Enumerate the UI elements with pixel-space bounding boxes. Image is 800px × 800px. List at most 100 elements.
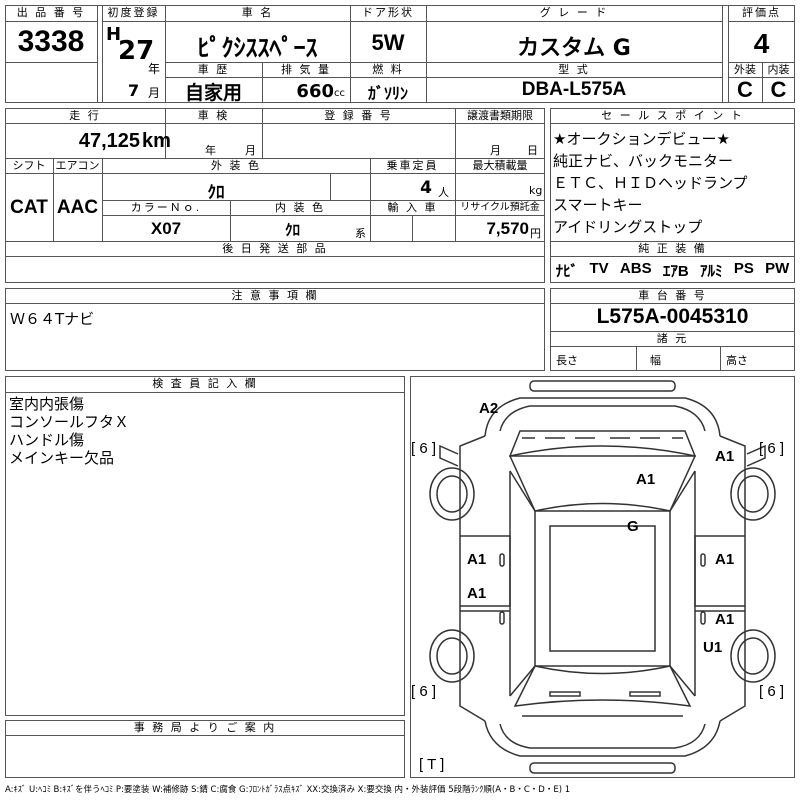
fuel: ｶﾞｿﾘﾝ bbox=[367, 84, 408, 103]
color-label: 外 装 色 bbox=[211, 159, 261, 172]
equipment-tv: TV bbox=[589, 260, 609, 277]
int-color-label: 内 装 色 bbox=[275, 201, 325, 214]
tire-front-right: [ 6 ] bbox=[759, 440, 785, 457]
inspector-notes: 室内内張傷 コンソールフタＸ ハンドル傷 メインキー欠品 bbox=[9, 395, 129, 467]
registration-label: 登 録 番 号 bbox=[324, 109, 393, 122]
year-unit: 年 bbox=[148, 62, 161, 76]
equipment-alloy: ｱﾙﾐ bbox=[700, 263, 723, 280]
deadline-month: 月 bbox=[490, 144, 501, 157]
color-no: X07 bbox=[150, 219, 182, 238]
ac-label: エアコン bbox=[55, 159, 100, 172]
notes-label: 注 意 事 項 欄 bbox=[231, 289, 319, 302]
selling-point: スマートキー bbox=[553, 196, 643, 214]
history-label: 車 歴 bbox=[197, 63, 230, 76]
car-name: ﾋﾟｸｼｽｽﾍﾟｰｽ bbox=[197, 34, 318, 62]
recycle-label: リサイクル預託金 bbox=[460, 202, 540, 213]
inspection-label: 車 検 bbox=[197, 109, 230, 122]
lot-number: 3338 bbox=[17, 25, 85, 58]
capacity-label: 乗車定員 bbox=[386, 159, 439, 172]
chassis-number: L575A-0045310 bbox=[596, 305, 749, 328]
tire-rear-right: [ 6 ] bbox=[759, 683, 785, 700]
ext-label: 外装 bbox=[734, 63, 756, 76]
inspection-year-unit: 年 bbox=[205, 144, 216, 157]
reg-month: 7 bbox=[128, 81, 140, 100]
lot-label: 出 品 番 号 bbox=[16, 6, 86, 19]
inspector-line: ハンドル傷 bbox=[9, 431, 85, 449]
selling-point: 純正ナビ、バックモニター bbox=[553, 152, 734, 170]
displacement-unit: cc bbox=[334, 88, 345, 99]
later-parts-label: 後 日 発 送 部 品 bbox=[222, 242, 328, 255]
car-outline bbox=[429, 380, 776, 774]
selling-point: ＥＴＣ、ＨＩＤヘッドランプ bbox=[553, 174, 748, 192]
selling-point: ★オークションデビュー★ bbox=[553, 130, 730, 148]
grade-label: グ レ ー ド bbox=[539, 6, 609, 19]
int-score: C bbox=[770, 77, 787, 102]
dim-width-label: 幅 bbox=[650, 354, 661, 367]
equipment-pw: PW bbox=[765, 260, 790, 277]
int-label: 内装 bbox=[767, 63, 790, 76]
first-reg-label: 初度登録 bbox=[107, 6, 160, 19]
inspector-label: 検 査 員 記 入 欄 bbox=[152, 377, 258, 390]
model-label: 型 式 bbox=[558, 63, 590, 76]
equipment-label: 純 正 装 備 bbox=[638, 242, 707, 255]
recycle-fee: 7,570 bbox=[486, 219, 529, 238]
selling-points-label: セ ー ル ス ポ イ ン ト bbox=[601, 109, 744, 122]
spare-tire: [ T ] bbox=[419, 756, 445, 773]
model-code: DBA-L575A bbox=[521, 79, 627, 100]
shift: CAT bbox=[10, 197, 48, 218]
mileage: 47,125 bbox=[78, 130, 140, 152]
inspector-line: コンソールフタＸ bbox=[9, 413, 130, 431]
chassis-label: 車 台 番 号 bbox=[638, 289, 707, 302]
damage-mark-left-front-door: A1 bbox=[467, 551, 487, 568]
dims-label: 諸 元 bbox=[656, 332, 689, 345]
damage-mark-right-rear-door: A1 bbox=[715, 611, 735, 628]
equipment-airbag: ｴｱB bbox=[662, 263, 689, 280]
equipment-abs: ABS bbox=[619, 260, 652, 277]
shift-label: シフト bbox=[12, 159, 46, 172]
legend: A:ｷｽﾞ U:ﾍｺﾐ B:ｷｽﾞを伴うﾍｺﾐ P:要塗装 W:補修跡 S:錆 … bbox=[5, 785, 571, 795]
load-label: 最大積載量 bbox=[472, 159, 528, 172]
deadline-label: 譲渡書類期限 bbox=[467, 109, 533, 122]
tire-front-left: [ 6 ] bbox=[411, 440, 437, 457]
door-label: ドア形状 bbox=[362, 6, 414, 19]
month-unit: 月 bbox=[148, 86, 161, 100]
int-color: ｸﾛ bbox=[284, 221, 300, 239]
damage-mark-front-left: A2 bbox=[479, 400, 499, 417]
inspection-month-unit: 月 bbox=[245, 144, 256, 157]
score: 4 bbox=[753, 28, 770, 59]
equipment-list: ﾅﾋﾞ TV ABS ｴｱB ｱﾙﾐ PS PW bbox=[550, 260, 795, 281]
office-label: 事 務 局 よ り ご 案 内 bbox=[133, 721, 277, 734]
equipment-ps: PS bbox=[733, 260, 754, 277]
notes-text: Ｗ６４Tナビ bbox=[10, 310, 95, 328]
score-label: 評価点 bbox=[742, 6, 781, 19]
capacity: 4 bbox=[420, 178, 432, 198]
deadline-day: 日 bbox=[527, 144, 538, 157]
damage-mark-glass: G bbox=[627, 518, 639, 535]
air-conditioner: AAC bbox=[56, 197, 99, 218]
inspector-line: 室内内張傷 bbox=[9, 395, 85, 413]
dim-height-label: 高さ bbox=[726, 354, 748, 367]
grade: カスタム G bbox=[517, 36, 631, 61]
mileage-unit: km bbox=[142, 130, 171, 152]
load-unit: kg bbox=[529, 184, 543, 197]
history: 自家用 bbox=[184, 82, 242, 104]
capacity-unit: 人 bbox=[438, 186, 449, 199]
inspector-line: メインキー欠品 bbox=[9, 449, 115, 467]
damage-mark-right-front-door: A1 bbox=[715, 551, 735, 568]
mileage-label: 走 行 bbox=[69, 109, 101, 122]
damage-mark-left-rear-door: A1 bbox=[467, 585, 487, 602]
damage-mark-rear-right: U1 bbox=[703, 639, 723, 656]
selling-point: アイドリングストップ bbox=[553, 218, 703, 236]
color-no-label: カラーＮｏ. bbox=[130, 201, 202, 214]
equipment-nav: ﾅﾋﾞ bbox=[555, 263, 579, 280]
damage-mark-front-right: A1 bbox=[715, 448, 735, 465]
damage-mark-roof: A1 bbox=[636, 471, 656, 488]
int-color-unit: 系 bbox=[355, 227, 366, 240]
fuel-label: 燃 料 bbox=[372, 63, 404, 76]
door-type: 5W bbox=[371, 30, 405, 55]
tire-rear-left: [ 6 ] bbox=[411, 683, 437, 700]
car-name-label: 車 名 bbox=[241, 6, 274, 19]
import-label: 輸 入 車 bbox=[387, 201, 438, 214]
ext-score: C bbox=[737, 77, 753, 102]
displacement-label: 排 気 量 bbox=[281, 63, 331, 76]
